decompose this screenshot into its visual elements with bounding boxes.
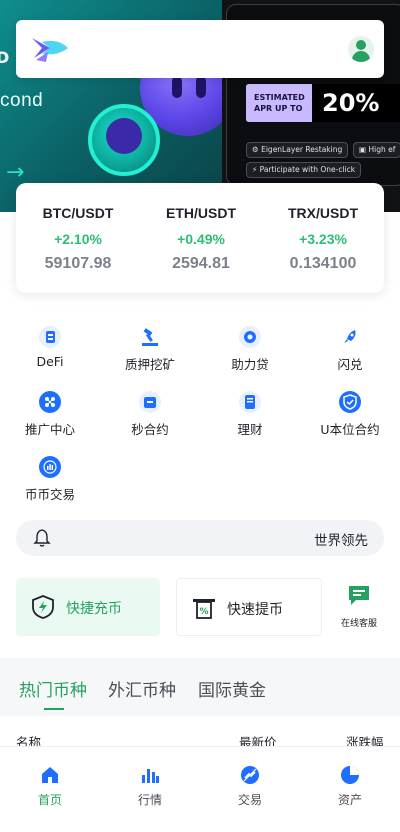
ticker-pair: BTC/USDT — [42, 205, 114, 221]
grid-item-swap[interactable]: 闪兑 — [305, 326, 395, 373]
grid-item-label: 助力贷 — [231, 357, 269, 372]
customer-service-button[interactable]: 在线客服 — [334, 584, 384, 629]
trade-icon — [240, 765, 260, 785]
lightning-icon: ⚡ — [252, 165, 260, 174]
grid-item-label: 质押挖矿 — [124, 357, 175, 372]
ticker-btc[interactable]: BTC/USDT +2.10% 59107.98 — [17, 205, 139, 273]
grid-item-loan[interactable]: 助力贷 — [205, 326, 295, 373]
referral-icon — [39, 391, 61, 413]
grid-item-spot[interactable]: 币币交易 — [5, 456, 95, 503]
ticker-trx[interactable]: TRX/USDT +3.23% 0.134100 — [262, 205, 384, 273]
ticker-price: 59107.98 — [44, 255, 112, 272]
arrow-right-icon: → — [6, 160, 25, 185]
announcement-bar[interactable]: 世界领先 — [16, 520, 384, 556]
nav-label: 行情 — [137, 793, 162, 807]
banner-left-text: cond — [0, 90, 44, 111]
apr-label: ESTIMATED APR UP TO — [246, 84, 312, 122]
pie-icon — [340, 765, 360, 785]
market-table-header: 名称 最新价 涨跌幅 — [0, 716, 400, 750]
quick-withdraw-button[interactable]: % 快速提币 — [176, 578, 322, 636]
quick-deposit-label: 快捷充币 — [66, 601, 122, 617]
chat-icon — [349, 586, 369, 605]
nav-home[interactable]: 首页 — [20, 765, 80, 808]
apr-value: 20% — [312, 84, 400, 122]
defi-icon — [39, 326, 61, 348]
bottom-nav: 首页 行情 交易 资产 — [0, 746, 400, 832]
grid-item-label: 秒合约 — [131, 422, 169, 437]
chip-label: EigenLayer Restaking — [261, 145, 343, 154]
ticker-pair: TRX/USDT — [288, 205, 358, 221]
ticker-change: +0.49% — [177, 231, 225, 247]
nav-assets[interactable]: 资产 — [320, 765, 380, 808]
nav-label: 交易 — [237, 793, 262, 807]
coin-illustration — [88, 104, 160, 176]
nav-market[interactable]: 行情 — [120, 765, 180, 808]
customer-service-label: 在线客服 — [340, 619, 377, 629]
ticker-price: 2594.81 — [172, 255, 230, 272]
grid-item-defi[interactable]: DeFi — [5, 326, 95, 369]
chip-label: Participate with One-click — [259, 165, 356, 174]
announcement-text: 世界领先 — [314, 533, 368, 549]
spot-trade-icon — [39, 456, 61, 478]
rocket-icon — [339, 326, 361, 348]
banner-chip-efficiency: ▣ High ef — [353, 142, 400, 158]
tab-hot-coins[interactable]: 热门币种 — [19, 676, 87, 701]
nav-label: 首页 — [37, 793, 62, 807]
top-search-bar[interactable] — [16, 20, 384, 78]
seconds-contract-icon — [139, 391, 161, 413]
tab-gold[interactable]: 国际黄金 — [198, 676, 266, 701]
quick-deposit-button[interactable]: 快捷充币 — [16, 578, 160, 636]
banner-chip-restaking: ⚙ EigenLayer Restaking — [246, 142, 349, 158]
chip-label: High ef — [368, 145, 396, 154]
chart-icon — [140, 765, 160, 785]
apr-box: ESTIMATED APR UP TO 20% — [246, 84, 400, 122]
chip-icon: ⚙ — [252, 145, 262, 154]
grid-item-label: 币币交易 — [24, 487, 75, 502]
shield-icon — [339, 391, 361, 413]
ticker-pair: ETH/USDT — [166, 205, 236, 221]
ticker-eth[interactable]: ETH/USDT +0.49% 2594.81 — [140, 205, 262, 273]
home-icon — [40, 765, 60, 785]
grid-item-u-contract[interactable]: U本位合约 — [305, 391, 395, 438]
banner-chip-participate: ⚡ Participate with One-click — [246, 162, 362, 178]
withdraw-receipt-icon: % — [193, 599, 215, 619]
grid-item-label: 理财 — [237, 422, 263, 437]
grid-item-label: U本位合约 — [320, 422, 380, 437]
active-tab-indicator — [44, 708, 64, 710]
nav-label: 资产 — [337, 793, 362, 807]
user-avatar-icon[interactable] — [348, 36, 374, 62]
grid-item-staking[interactable]: 质押挖矿 — [105, 326, 195, 373]
svg-text:%: % — [199, 607, 208, 617]
ticker-card: BTC/USDT +2.10% 59107.98 ETH/USDT +0.49%… — [16, 183, 384, 293]
quick-withdraw-label: 快速提币 — [227, 602, 283, 618]
grid-item-label: DeFi — [36, 354, 64, 369]
grid-item-seconds-contract[interactable]: 秒合约 — [105, 391, 195, 438]
tab-forex[interactable]: 外汇币种 — [108, 676, 176, 701]
banner-partial-text: D — [0, 48, 10, 67]
grid-item-referral[interactable]: 推广中心 — [5, 391, 95, 438]
grid-item-label: 闪兑 — [337, 357, 363, 372]
market-tabs: 热门币种 外汇币种 国际黄金 — [0, 658, 400, 714]
bell-icon — [33, 529, 51, 547]
deposit-shield-icon — [32, 595, 54, 619]
grid-item-finance[interactable]: 理财 — [205, 391, 295, 438]
grid-item-label: 推广中心 — [24, 422, 75, 437]
ticker-change: +3.23% — [299, 231, 347, 247]
nav-trade[interactable]: 交易 — [220, 765, 280, 808]
loan-icon — [239, 326, 261, 348]
ticker-price: 0.134100 — [289, 255, 357, 272]
staking-icon — [139, 326, 161, 348]
brand-logo-icon[interactable] — [28, 32, 72, 66]
finance-icon — [239, 391, 261, 413]
ticker-change: +2.10% — [54, 231, 102, 247]
